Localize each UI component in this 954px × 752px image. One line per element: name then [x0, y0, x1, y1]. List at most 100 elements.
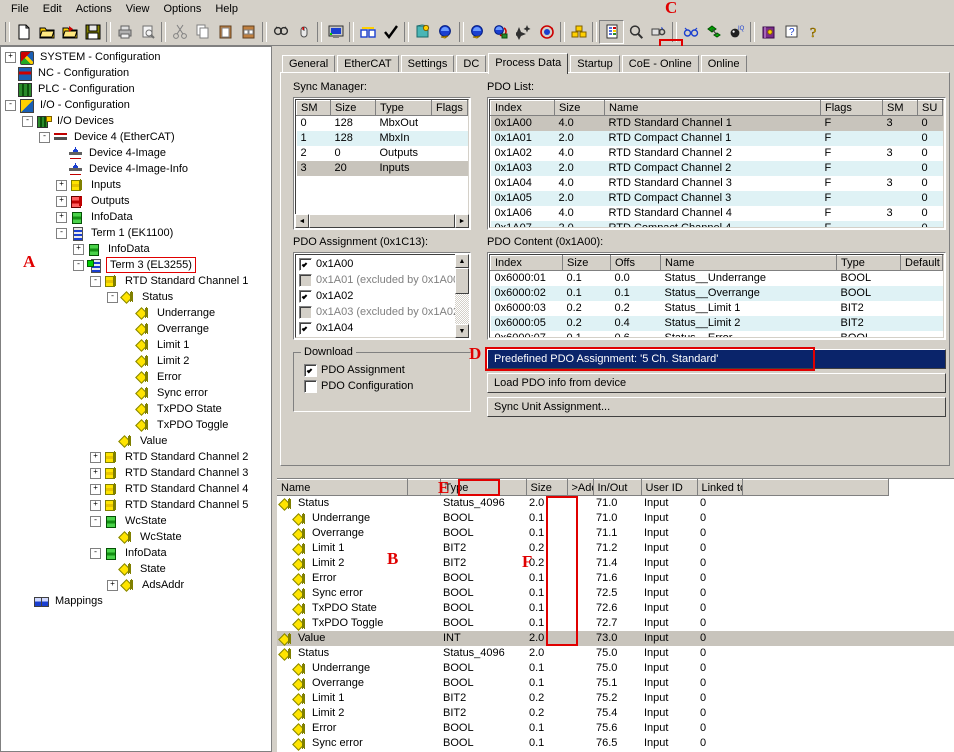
pdo-list-row[interactable]: 0x1A01 2.0 RTD Compact Channel 1F 0 [490, 131, 943, 146]
tree-node[interactable]: NC - Configuration [1, 65, 271, 81]
pdo-list-header-sm[interactable]: SM [882, 100, 918, 116]
tree-node[interactable]: Limit 1 [1, 337, 271, 353]
new-file-icon[interactable] [12, 21, 35, 43]
tree-node[interactable]: - I/O - Configuration [1, 97, 271, 113]
pdo-content-row[interactable]: 0x6000:03 0.2 0.2 Status__Limit 1 BIT2 [491, 301, 943, 316]
tree-node[interactable]: + Outputs [1, 193, 271, 209]
tree-expander[interactable]: + [5, 51, 16, 63]
download-option[interactable]: PDO Assignment [304, 362, 470, 378]
tree-node[interactable]: + RTD Standard Channel 4 [1, 481, 271, 497]
pdo-assignment-item[interactable]: 0x1A02 [296, 288, 468, 304]
variable-grid-header-size[interactable]: Size [526, 479, 568, 496]
variable-grid-row[interactable]: Limit 2 BIT2 0.2 71.4 Input 0 [277, 556, 954, 571]
pdo-list-row[interactable]: 0x1A03 2.0 RTD Compact Channel 2F 0 [490, 161, 943, 176]
activate-config-icon[interactable] [411, 21, 434, 43]
tree-node[interactable]: + InfoData [1, 241, 271, 257]
pdo-content-list[interactable]: Index Size Offs Name Type Default 0x6000:01 0.… [487, 252, 946, 340]
variable-grid-header-linked-to[interactable]: Linked to [697, 479, 743, 496]
mouse-icon[interactable] [292, 21, 315, 43]
tree-node[interactable]: Overrange [1, 321, 271, 337]
watch-variables-icon[interactable]: IQ [725, 21, 748, 43]
toggle-free-run-icon[interactable] [535, 21, 558, 43]
paste-special-icon[interactable] [237, 21, 260, 43]
variable-grid-row[interactable]: TxPDO Toggle BOOL 0.1 72.7 Input 0 [277, 616, 954, 631]
pdo-assignment-item[interactable]: 0x1A04 [296, 320, 468, 336]
tree-node[interactable]: - Device 4 (EtherCAT) [1, 129, 271, 145]
tree-node[interactable]: - WcState [1, 513, 271, 529]
config-tree[interactable]: + SYSTEM - Configuration NC - Configuratio… [0, 46, 272, 752]
tree-node[interactable]: - RTD Standard Channel 1 [1, 273, 271, 289]
tree-node[interactable]: + RTD Standard Channel 2 [1, 449, 271, 465]
pdo-list-row[interactable]: 0x1A04 4.0 RTD Standard Channel 3 F 3 0 [491, 176, 943, 191]
tree-expander[interactable]: + [90, 483, 101, 495]
pdo-list-row[interactable]: 0x1A02 4.0 RTD Standard Channel 2 F 3 0 [491, 146, 943, 161]
pdo-assignment-checkbox[interactable] [299, 289, 312, 303]
add-box-icon[interactable] [567, 21, 590, 43]
download-option[interactable]: PDO Configuration [304, 378, 470, 394]
tree-node[interactable]: + Inputs [1, 177, 271, 193]
tab-settings[interactable]: Settings [400, 55, 455, 73]
tree-node[interactable]: Error [1, 369, 271, 385]
tree-node[interactable]: Limit 2 [1, 353, 271, 369]
menu-item-edit[interactable]: Edit [36, 1, 69, 18]
open-folder-icon[interactable] [35, 21, 58, 43]
pdo-assignment-checkbox[interactable] [299, 273, 312, 287]
variable-grid-header--addr-[interactable]: >Addr... [567, 479, 594, 496]
variable-grid-row[interactable]: TxPDO State BOOL 0.1 72.6 Input 0 [277, 601, 954, 616]
tree-node[interactable]: Underrange [1, 305, 271, 321]
copy-icon[interactable] [191, 21, 214, 43]
tree-node[interactable]: + AdsAddr [1, 577, 271, 593]
documentation-icon[interactable] [757, 21, 780, 43]
restart-run-icon[interactable] [466, 21, 489, 43]
menu-item-help[interactable]: Help [208, 1, 245, 18]
pdo-assignment-checkbox[interactable] [299, 305, 312, 319]
menu-item-file[interactable]: File [4, 1, 36, 18]
download-checkbox[interactable] [304, 379, 317, 393]
save-icon[interactable] [81, 21, 104, 43]
tree-node[interactable]: + InfoData [1, 209, 271, 225]
variable-grid-row[interactable]: Limit 1 BIT2 0.2 71.2 Input 0 [277, 541, 954, 556]
tab-dc[interactable]: DC [456, 55, 487, 73]
pdo-assignment-checkbox[interactable] [299, 321, 312, 335]
pdo-content-row[interactable]: 0x6000:01 0.1 0.0 Status__Underrange BOOL [491, 271, 943, 287]
paste-icon[interactable] [214, 21, 237, 43]
sync-manager-row[interactable]: 2 0 Outputs [297, 146, 468, 161]
pdo-content-row[interactable]: 0x6000:07 0.1 0.6 Status__Error BOOL [491, 331, 943, 337]
variable-grid[interactable]: Name TypeSize>Addr...In/OutUser IDLinked … [277, 478, 954, 752]
tree-node[interactable]: TxPDO State [1, 401, 271, 417]
sync-unit-assignment-button[interactable]: Sync Unit Assignment... [487, 397, 946, 417]
tree-node[interactable]: Mappings [1, 593, 271, 609]
pdo-list-header-index[interactable]: Index [490, 100, 555, 116]
sync-manager-header-type[interactable]: Type [375, 100, 432, 116]
tree-expander[interactable]: - [22, 115, 33, 127]
variable-grid-row[interactable]: Sync error BOOL 0.1 76.5 Input 0 [277, 736, 954, 751]
pdo-list[interactable]: Index Size Name Flags SM SU 0x1A00 4.0 RTD Stan… [487, 97, 946, 230]
pdo-content-header-offs[interactable]: Offs [610, 255, 661, 271]
pdo-content-header-index[interactable]: Index [490, 255, 563, 271]
tab-process-data[interactable]: Process Data [488, 53, 569, 74]
variable-grid-header-blank[interactable] [407, 479, 441, 496]
context-help-icon[interactable]: ? [803, 21, 826, 43]
pdo-assignment-item[interactable]: 0x1A03 (excluded by 0x1A02) [296, 304, 468, 320]
tree-node[interactable]: Value [1, 433, 271, 449]
edit-links-icon[interactable] [647, 21, 670, 43]
tab-online[interactable]: Online [700, 55, 747, 73]
variable-grid-row[interactable]: Limit 1 BIT2 0.2 75.2 Input 0 [277, 691, 954, 706]
tree-node[interactable]: - Term 3 (EL3255) [1, 257, 271, 273]
tree-expander[interactable]: - [90, 515, 101, 527]
tree-expander[interactable]: + [56, 195, 67, 207]
tree-expander[interactable]: - [90, 547, 101, 559]
sync-manager-list[interactable]: SM Size Type Flags 0 128 MbxOut 1 128 MbxIn 2 0 Out… [293, 97, 471, 230]
show-online-data-icon[interactable] [599, 20, 624, 44]
pdo-list-header-name[interactable]: Name [604, 100, 821, 116]
sync-manager-header-flags[interactable]: Flags [431, 100, 468, 116]
restart-twincat-icon[interactable] [434, 21, 457, 43]
pdo-content-row[interactable]: 0x6000:05 0.2 0.4 Status__Limit 2 BIT2 [490, 316, 943, 331]
variable-grid-row[interactable]: Sync error BOOL 0.1 72.5 Input 0 [277, 586, 954, 601]
menu-item-options[interactable]: Options [156, 1, 208, 18]
pdo-assignment-checkbox[interactable] [299, 257, 312, 271]
tree-node[interactable]: PLC - Configuration [1, 81, 271, 97]
pdo-assignment-item[interactable]: 0x1A00 [296, 256, 468, 272]
sync-manager-row[interactable]: 1 128 MbxIn [296, 131, 468, 146]
cut-icon[interactable] [168, 21, 191, 43]
